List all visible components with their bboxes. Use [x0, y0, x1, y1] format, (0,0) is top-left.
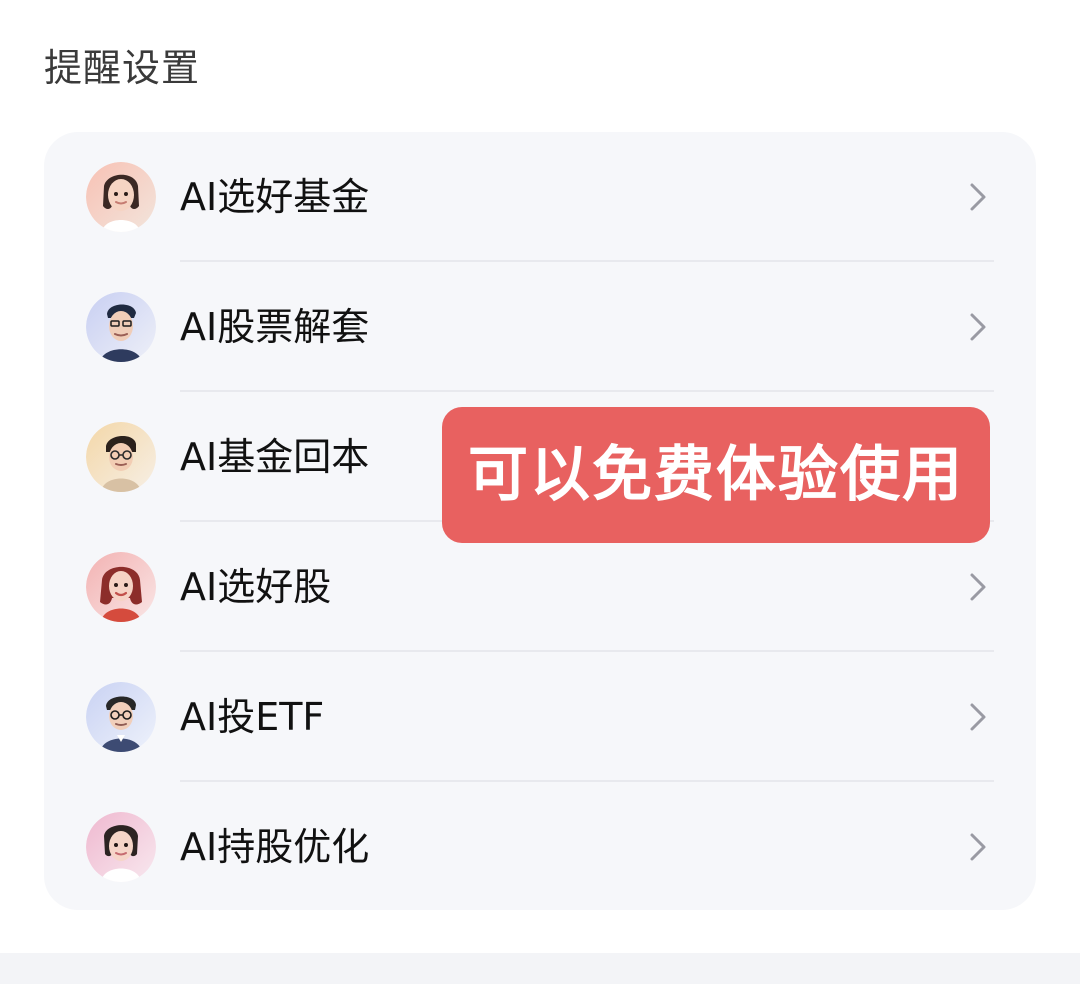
female-pink-avatar	[86, 812, 156, 882]
chevron-right-icon[interactable]	[964, 569, 992, 605]
item-label: AI选好基金	[180, 175, 370, 219]
item-label: AI选好股	[180, 565, 332, 609]
chevron-right-icon[interactable]	[964, 829, 992, 865]
list-item-ai-holding-optimization[interactable]: AI持股优化	[44, 782, 1036, 910]
list-item-ai-stock-unlock[interactable]: AI股票解套	[44, 262, 1036, 392]
female-advisor-avatar	[86, 162, 156, 232]
item-label: AI股票解套	[180, 305, 370, 349]
item-label: AI基金回本	[180, 435, 370, 479]
female-red-hair-avatar	[86, 552, 156, 622]
item-label: AI投ETF	[180, 695, 325, 739]
item-label: AI持股优化	[180, 825, 370, 869]
chevron-right-icon[interactable]	[964, 699, 992, 735]
bottom-background-band	[0, 953, 1080, 984]
list-item-ai-invest-etf[interactable]: AI投ETF	[44, 652, 1036, 782]
male-suit-glasses-avatar	[86, 682, 156, 752]
section-title: 提醒设置	[44, 46, 201, 90]
male-hipster-avatar	[86, 292, 156, 362]
male-glasses-avatar	[86, 422, 156, 492]
chevron-right-icon[interactable]	[964, 179, 992, 215]
list-item-ai-select-good-fund[interactable]: AI选好基金	[44, 132, 1036, 262]
free-trial-text: 可以免费体验使用	[468, 440, 964, 510]
chevron-right-icon[interactable]	[964, 309, 992, 345]
free-trial-overlay: 可以免费体验使用	[442, 407, 990, 543]
